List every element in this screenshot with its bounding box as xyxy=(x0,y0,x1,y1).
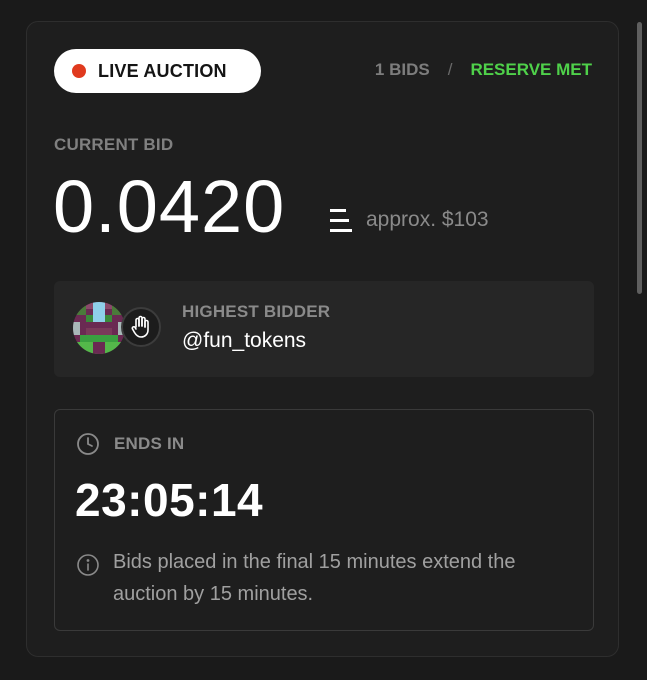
auction-stats: 1 BIDS / RESERVE MET xyxy=(375,60,592,80)
clock-icon xyxy=(76,432,100,456)
scrollbar[interactable] xyxy=(637,22,642,294)
info-icon xyxy=(76,553,100,577)
bids-count[interactable]: 1 BIDS xyxy=(375,60,430,80)
pixel-avatar[interactable] xyxy=(73,302,125,354)
live-auction-label: LIVE AUCTION xyxy=(98,60,227,81)
auction-card: LIVE AUCTION 1 BIDS / RESERVE MET CURREN… xyxy=(26,21,619,657)
extension-info-text: Bids placed in the final 15 minutes exte… xyxy=(113,551,516,605)
eth-icon xyxy=(330,206,352,234)
reserve-status: RESERVE MET xyxy=(470,60,592,79)
live-dot-icon xyxy=(72,64,86,78)
current-bid-label: CURRENT BID xyxy=(54,135,174,154)
live-auction-badge: LIVE AUCTION xyxy=(54,49,261,93)
ends-in-panel: ENDS IN 23:05:14 Bids placed in the fina… xyxy=(54,409,594,631)
approx-usd-value: approx. $103 xyxy=(366,208,489,231)
countdown-timer: 23:05:14 xyxy=(75,474,264,526)
hand-icon xyxy=(121,307,161,347)
ends-in-label: ENDS IN xyxy=(114,434,185,453)
current-bid-amount: 0.0420 xyxy=(53,165,286,248)
highest-bidder-panel: HIGHEST BIDDER @fun_tokens xyxy=(54,281,594,377)
highest-bidder-label: HIGHEST BIDDER xyxy=(182,302,331,321)
highest-bidder-username[interactable]: @fun_tokens xyxy=(182,329,306,353)
stats-separator: / xyxy=(447,60,453,79)
